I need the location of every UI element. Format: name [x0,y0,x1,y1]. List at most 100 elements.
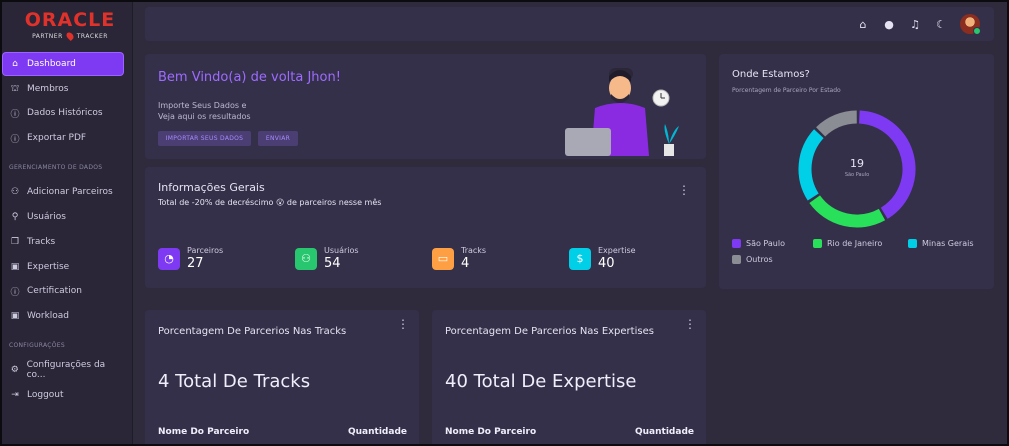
welcome-card: Bem Vindo(a) de volta Jhon! Importe Seus… [145,54,706,159]
nav-label: Tracks [27,237,56,247]
nav-label: Exportar PDF [27,133,87,143]
column-header-quantity: Quantidade [348,427,407,437]
github-icon[interactable]: ● [882,17,896,31]
nav-label: Membros [27,84,69,94]
stat-parceiros: ◔ Parceiros 27 [158,246,223,271]
nav-label: Dashboard [27,59,76,69]
nav-label: Dados Históricos [27,108,103,118]
legend-outros[interactable]: Outros [732,255,773,264]
nav-expertise[interactable]: ▣ Expertise [3,256,123,278]
calendar-icon: ▣ [10,262,20,272]
brand-subtitle: PARTNER TRACKER [18,31,122,41]
logout-icon: ⇥ [11,390,19,400]
more-options-icon[interactable]: ⋮ [397,318,409,330]
tracks-total: 4 Total De Tracks [158,371,311,392]
expertise-percentage-card: Porcentagem De Parcerios Nas Expertises … [432,310,706,446]
nav-label: Adicionar Parceiros [27,187,113,197]
where-title: Onde Estamos? [732,69,810,80]
stat-value: 27 [187,256,204,271]
stat-expertise: $ Expertise 40 [569,246,636,271]
stat-label: Parceiros [187,246,224,255]
settings-user-icon: ⚙ [10,365,19,375]
dollar-icon: $ [569,247,591,270]
oracle-partner-tracker-logo[interactable]: ORACLE PARTNER TRACKER [18,10,122,44]
tracks-card-title: Porcentagem De Parcerios Nas Tracks [158,326,347,337]
welcome-line-1: Importe Seus Dados e [158,101,247,110]
avatar[interactable] [960,14,981,35]
section-label-configuracoes: CONFIGURAÇÕES [9,342,65,349]
legend-swatch [813,239,822,248]
nav-usuarios[interactable]: ⚲ Usuários [3,206,123,228]
import-data-button[interactable]: IMPORTAR SEUS DADOS [158,131,251,146]
nav-label: Usuários [27,212,66,222]
nav-exportar-pdf[interactable]: ⓘ Exportar PDF [3,127,123,149]
where-we-are-card: Onde Estamos? Porcentagem de Parceiro Po… [719,54,994,289]
stat-value: 4 [461,256,470,271]
stat-usuarios: ⚇ Usuários 54 [295,246,359,271]
user-plus-icon: ⚲ [11,212,19,222]
donut-center: 19 São Paulo [795,157,919,178]
info-title: Informações Gerais [158,181,265,194]
info-icon: ⓘ [10,109,20,120]
stat-label: Tracks [461,246,487,255]
stat-label: Usuários [324,246,359,255]
donut-slice-outros[interactable] [816,110,858,137]
nav-label: Configurações da co... [26,360,106,380]
legend-sao-paulo[interactable]: São Paulo [732,239,785,248]
nav-adicionar-parceiros[interactable]: ⚇ Adicionar Parceiros [3,181,123,203]
stat-tracks: ▭ Tracks 4 [432,246,486,271]
legend-minas-gerais[interactable]: Minas Gerais [908,239,974,248]
general-info-card: Informações Gerais Total de -20% de decr… [145,167,706,288]
brand-name: ORACLE [24,9,116,31]
more-options-icon[interactable]: ⋮ [684,318,696,330]
legend-rio-de-janeiro[interactable]: Rio de Janeiro [813,239,882,248]
brand-left: PARTNER [32,32,63,40]
tracks-percentage-card: Porcentagem De Parcerios Nas Tracks ⋮ 4 … [145,310,419,446]
bank-icon: ⛫ [10,83,20,94]
column-header-quantity: Quantidade [635,427,694,437]
nav-label: Loggout [27,390,64,400]
nav-label: Workload [27,311,70,321]
nav-dados-historicos[interactable]: ⓘ Dados Históricos [3,102,123,124]
info-subtitle: Total de -20% de decréscimo 😮 de parceir… [158,198,382,207]
nav-label: Certification [27,286,82,296]
nav-configuracoes[interactable]: ⚙ Configurações da co... [3,359,123,381]
donut-slice-rio-de-janeiro[interactable] [809,195,886,228]
nav-tracks[interactable]: ❐ Tracks [3,231,123,253]
stat-label: Expertise [598,246,636,255]
copy-icon: ❐ [10,237,20,247]
users-add-icon: ⚇ [10,187,20,197]
legend-swatch [732,239,741,248]
info-icon: ⓘ [10,134,20,145]
section-label-gerenciamento: GERENCIAMENTO DE DADOS [9,164,103,171]
pie-icon: ◔ [158,247,180,270]
moon-icon[interactable]: ☾ [934,17,948,31]
sidebar: ORACLE PARTNER TRACKER ⌂ Dashboard ⛫ Mem… [0,0,133,446]
nav-label: Expertise [27,262,70,272]
stat-value: 40 [598,256,615,271]
legend-label: Minas Gerais [922,239,974,248]
expertise-total: 40 Total De Expertise [445,371,637,392]
nav-certification[interactable]: ⓘ Certification [3,280,123,302]
send-button[interactable]: ENVIAR [258,131,298,146]
column-header-partner: Nome Do Parceiro [445,427,537,437]
info-icon: ⓘ [10,287,20,298]
home-icon[interactable]: ⌂ [856,17,870,31]
legend-swatch [732,255,741,264]
laptop-icon: ▭ [432,247,454,270]
topbar-icons: ⌂ ● ♫ ☾ [856,14,981,35]
where-subtitle: Porcentagem de Parceiro Por Estado [732,87,841,94]
legend-label: São Paulo [746,239,785,248]
users-icon: ⚇ [295,247,317,270]
nav-dashboard[interactable]: ⌂ Dashboard [3,53,123,75]
bell-icon[interactable]: ♫ [908,17,922,31]
column-header-partner: Nome Do Parceiro [158,427,250,437]
nav-loggout[interactable]: ⇥ Loggout [3,384,123,406]
nav-workload[interactable]: ▣ Workload [3,305,123,327]
more-options-icon[interactable]: ⋮ [678,184,690,196]
welcome-title: Bem Vindo(a) de volta Jhon! [158,70,341,85]
donut-center-label: São Paulo [844,172,870,178]
topbar: ⌂ ● ♫ ☾ [145,7,994,41]
home-icon: ⌂ [12,59,18,69]
nav-membros[interactable]: ⛫ Membros [3,78,123,100]
